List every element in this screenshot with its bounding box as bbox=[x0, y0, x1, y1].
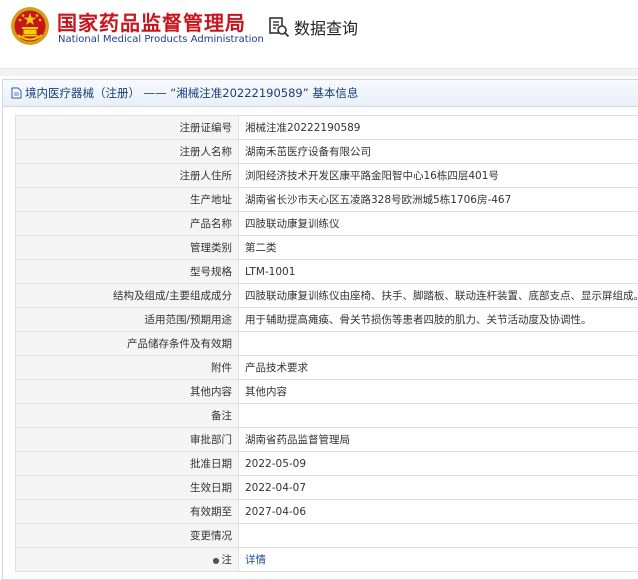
brand-name-en: National Medical Products Administration bbox=[58, 34, 264, 45]
table-row: 生效日期 2022-04-07 bbox=[15, 475, 638, 500]
field-value: 2027-04-06 bbox=[238, 499, 638, 524]
table-row: 有效期至 2027-04-06 bbox=[15, 499, 638, 524]
field-label: 管理类别 bbox=[15, 235, 239, 260]
data-query-link[interactable]: 数据查询 bbox=[268, 15, 358, 39]
field-value: 详情 bbox=[238, 547, 638, 572]
field-label: 型号规格 bbox=[15, 259, 239, 284]
site-header: 国家药品监督管理局 National Medical Products Admi… bbox=[0, 0, 638, 60]
field-label: 其他内容 bbox=[15, 379, 239, 404]
detail-panel: 境内医疗器械（注册） —— “湘械注准20222190589” 基本信息 注册证… bbox=[2, 79, 638, 580]
field-value bbox=[238, 331, 638, 356]
panel-title: 境内医疗器械（注册） —— “湘械注准20222190589” 基本信息 bbox=[25, 86, 359, 100]
table-row: 产品储存条件及有效期 bbox=[15, 331, 638, 356]
field-value: 2022-04-07 bbox=[238, 475, 638, 500]
table-row: 产品名称 四肢联动康复训练仪 bbox=[15, 211, 638, 236]
info-dot-icon: ● bbox=[212, 556, 220, 565]
field-value: 湖南省药品监督管理局 bbox=[238, 427, 638, 452]
table-row: 审批部门 湖南省药品监督管理局 bbox=[15, 427, 638, 452]
field-label: 产品储存条件及有效期 bbox=[15, 331, 239, 356]
details-link[interactable]: 详情 bbox=[245, 554, 266, 566]
field-value: 浏阳经济技术开发区康平路金阳智中心16栋四层401号 bbox=[238, 163, 638, 188]
field-value bbox=[238, 523, 638, 548]
field-value: 用于辅助提高瘫痪、骨关节损伤等患者四肢的肌力、关节活动度及协调性。 bbox=[238, 307, 638, 332]
field-label: 注册人住所 bbox=[15, 163, 239, 188]
field-label: 生产地址 bbox=[15, 187, 239, 212]
table-row: 其他内容 其他内容 bbox=[15, 379, 638, 404]
field-label: 备注 bbox=[15, 403, 239, 428]
field-value: LTM-1001 bbox=[238, 259, 638, 284]
field-label: 生效日期 bbox=[15, 475, 239, 500]
registration-info-table: 注册证编号 湘械注准20222190589 注册人名称 湖南禾茁医疗设备有限公司 注册人… bbox=[15, 115, 638, 572]
field-label: ● 注 bbox=[15, 547, 239, 572]
national-emblem-icon bbox=[11, 7, 49, 45]
field-label: 注册人名称 bbox=[15, 139, 239, 164]
field-label: 适用范围/预期用途 bbox=[15, 307, 239, 332]
field-value: 其他内容 bbox=[238, 379, 638, 404]
table-row: 适用范围/预期用途 用于辅助提高瘫痪、骨关节损伤等患者四肢的肌力、关节活动度及协调… bbox=[15, 307, 638, 332]
field-value: 四肢联动康复训练仪由座椅、扶手、脚踏板、联动连杆装置、底部支点、显示屏组成。 bbox=[238, 283, 638, 308]
field-label: 审批部门 bbox=[15, 427, 239, 452]
table-row: 备注 bbox=[15, 403, 638, 428]
field-value: 湖南禾茁医疗设备有限公司 bbox=[238, 139, 638, 164]
field-label: 产品名称 bbox=[15, 211, 239, 236]
field-value: 2022-05-09 bbox=[238, 451, 638, 476]
table-row: 注册证编号 湘械注准20222190589 bbox=[15, 115, 638, 140]
field-value: 第二类 bbox=[238, 235, 638, 260]
field-label: 有效期至 bbox=[15, 499, 239, 524]
field-label: 变更情况 bbox=[15, 523, 239, 548]
brand-name-cn: 国家药品监督管理局 bbox=[57, 11, 246, 35]
header-divider bbox=[0, 68, 638, 76]
table-row: 生产地址 湖南省长沙市天心区五凌路328号欧洲城5栋1706房-467 bbox=[15, 187, 638, 212]
field-value: 湘械注准20222190589 bbox=[238, 115, 638, 140]
table-row: 结构及组成/主要组成成分 四肢联动康复训练仪由座椅、扶手、脚踏板、联动连杆装置、底… bbox=[15, 283, 638, 308]
table-row: 批准日期 2022-05-09 bbox=[15, 451, 638, 476]
field-label: 注册证编号 bbox=[15, 115, 239, 140]
table-row: 注册人住所 浏阳经济技术开发区康平路金阳智中心16栋四层401号 bbox=[15, 163, 638, 188]
data-query-label: 数据查询 bbox=[294, 19, 359, 38]
field-label: 批准日期 bbox=[15, 451, 239, 476]
field-label-text: 注 bbox=[221, 554, 233, 566]
field-value bbox=[238, 403, 638, 428]
table-row: 管理类别 第二类 bbox=[15, 235, 638, 260]
table-row: 注册人名称 湖南禾茁医疗设备有限公司 bbox=[15, 139, 638, 164]
field-value: 湖南省长沙市天心区五凌路328号欧洲城5栋1706房-467 bbox=[238, 187, 638, 212]
table-row: 型号规格 LTM-1001 bbox=[15, 259, 638, 284]
table-row: 附件 产品技术要求 bbox=[15, 355, 638, 380]
field-value: 四肢联动康复训练仪 bbox=[238, 211, 638, 236]
table-row: 变更情况 bbox=[15, 523, 638, 548]
panel-header: 境内医疗器械（注册） —— “湘械注准20222190589” 基本信息 bbox=[3, 80, 638, 107]
field-label: 结构及组成/主要组成成分 bbox=[15, 283, 239, 308]
document-icon bbox=[11, 87, 22, 99]
field-label: 附件 bbox=[15, 355, 239, 380]
field-value: 产品技术要求 bbox=[238, 355, 638, 380]
table-row: ● 注详情 bbox=[15, 547, 638, 572]
search-document-icon bbox=[269, 17, 290, 38]
